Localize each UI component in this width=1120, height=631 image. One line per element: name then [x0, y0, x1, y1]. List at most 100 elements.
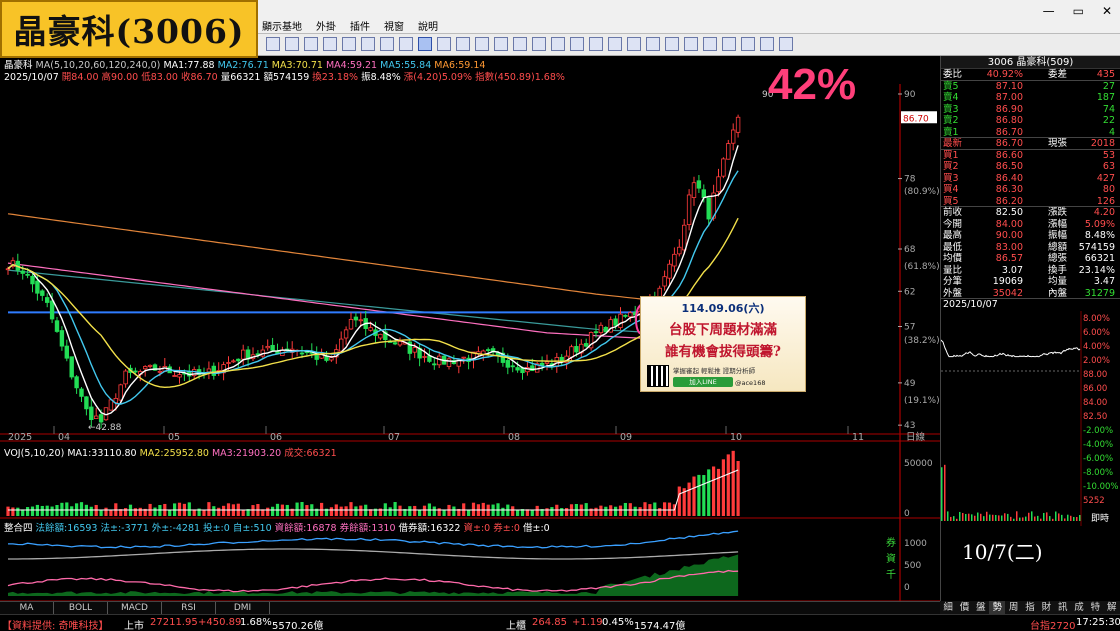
quote-cell: 23.14%	[1067, 265, 1117, 277]
tab-macd[interactable]: MACD	[108, 602, 162, 614]
quote-tab[interactable]: 盤	[973, 601, 989, 614]
quote-tab[interactable]: 價	[956, 601, 972, 614]
toolbar-tool-icon[interactable]	[741, 37, 755, 51]
toolbar-tool-icon[interactable]	[665, 37, 679, 51]
menu-item-3[interactable]: 插件	[350, 18, 370, 33]
candle-body	[41, 291, 45, 296]
window-controls: — ▭ ✕	[1043, 4, 1112, 18]
candle-body	[330, 358, 334, 360]
intraday-volume-bar	[1058, 513, 1060, 521]
volume-bar	[31, 507, 34, 516]
volume-bar	[516, 510, 519, 516]
toolbar-tool-icon[interactable]	[722, 37, 736, 51]
maximize-icon[interactable]: ▭	[1073, 4, 1084, 18]
toolbar-tool-icon[interactable]	[608, 37, 622, 51]
toolbar-tool-icon[interactable]	[570, 37, 584, 51]
candle-body	[599, 325, 603, 332]
toolbar-tool-icon[interactable]	[760, 37, 774, 51]
toolbar-tool-icon[interactable]	[361, 37, 375, 51]
toolbar-tool-icon[interactable]	[437, 37, 451, 51]
quote-tab[interactable]: 財	[1038, 601, 1054, 614]
toolbar-tool-icon[interactable]	[456, 37, 470, 51]
toolbar-tool-icon[interactable]	[323, 37, 337, 51]
volume-bar	[408, 506, 411, 516]
intraday-tick-label: 82.50	[1083, 412, 1107, 422]
quote-cell: 27	[1067, 81, 1117, 93]
toolbar-tool-icon[interactable]	[532, 37, 546, 51]
toolbar-tool-icon[interactable]	[285, 37, 299, 51]
line-button[interactable]: 加入LINE	[673, 377, 733, 387]
tab-dmi[interactable]: DMI	[216, 602, 270, 614]
volume-bar	[359, 506, 362, 516]
intraday-volume-bar	[1040, 519, 1042, 521]
quote-tab[interactable]: 成	[1071, 601, 1087, 614]
intraday-volume-bar	[944, 465, 946, 521]
volume-bar	[153, 508, 156, 516]
tab-boll[interactable]: BOLL	[54, 602, 108, 614]
quote-tab[interactable]: 特	[1087, 601, 1103, 614]
menu-item-1[interactable]: 顯示基地	[262, 18, 302, 33]
quote-cell: 委差	[1023, 69, 1067, 80]
intraday-volume-bar	[1070, 516, 1072, 521]
close-icon[interactable]: ✕	[1102, 4, 1112, 18]
toolbar-tool-icon[interactable]	[627, 37, 641, 51]
volume-bar	[433, 507, 436, 516]
quote-cell: 外盤	[941, 288, 969, 299]
toolbar-tool-icon[interactable]	[266, 37, 280, 51]
candle-body	[668, 264, 672, 278]
menu-item-4[interactable]: 視窗	[384, 18, 404, 33]
toolbar-tool-icon[interactable]	[494, 37, 508, 51]
amplitude-value: 振8.48%	[361, 72, 401, 83]
quote-cell: 86.50	[969, 161, 1023, 173]
menu-item-5[interactable]: 說明	[418, 18, 438, 33]
volume-bar	[389, 507, 392, 516]
volume-bar	[545, 508, 548, 516]
quote-cell: 86.57	[969, 253, 1023, 265]
indicator-tick-label: 0	[904, 583, 910, 593]
toolbar-tool-icon[interactable]	[399, 37, 413, 51]
otc-amount: 1574.47億	[634, 617, 685, 631]
tab-ma[interactable]: MA	[0, 602, 54, 614]
quote-cell: 86.80	[969, 115, 1023, 127]
intraday-volume-bar	[950, 517, 952, 521]
toolbar-tool-icon[interactable]	[684, 37, 698, 51]
tab-rsi[interactable]: RSI	[162, 602, 216, 614]
minimize-icon[interactable]: —	[1043, 4, 1055, 18]
volume-bar	[271, 507, 274, 516]
volume-bar	[624, 503, 627, 516]
candle-body	[594, 332, 598, 333]
price-tick-label: 49	[904, 379, 916, 389]
toolbar-tool-icon[interactable]	[703, 37, 717, 51]
quote-row: 買3 86.40 427	[941, 173, 1120, 185]
candle-body	[75, 377, 79, 388]
quote-table: 委比 40.92% 委差 435 賣5 87.10 27 賣4 87.00 187 賣3 86.90 7…	[941, 69, 1120, 299]
intraday-tick-label: 88.00	[1083, 370, 1107, 380]
quote-cell: 最新	[941, 138, 969, 149]
toolbar-tool-icon[interactable]	[342, 37, 356, 51]
toolbar-tool-icon[interactable]	[513, 37, 527, 51]
toolbar-tool-icon[interactable]	[418, 37, 432, 51]
quote-tab[interactable]: 指	[1022, 601, 1038, 614]
toolbar-tool-icon[interactable]	[779, 37, 793, 51]
quote-cell: 4	[1067, 127, 1117, 138]
advert-banner[interactable]: 114.09.06(六) 台股下周題材滿滿 誰有機會拔得頭籌? 掌握審起 輕鬆推…	[640, 296, 806, 392]
quote-tab[interactable]: 勢	[989, 601, 1005, 614]
toolbar-tool-icon[interactable]	[589, 37, 603, 51]
quote-tab[interactable]: 解	[1104, 601, 1120, 614]
candle-body	[227, 363, 231, 364]
candle-body	[65, 346, 69, 358]
quote-cell: 187	[1067, 92, 1117, 104]
candle-body	[85, 397, 89, 409]
toolbar-tool-icon[interactable]	[551, 37, 565, 51]
toolbar-tool-icon[interactable]	[380, 37, 394, 51]
intraday-volume-bar	[1022, 517, 1024, 521]
toolbar-tool-icon[interactable]	[646, 37, 660, 51]
quote-cell: 賣2	[941, 115, 969, 127]
quote-cell: 5.09%	[1067, 219, 1117, 231]
toolbar-tool-icon[interactable]	[475, 37, 489, 51]
quote-tab[interactable]: 訊	[1055, 601, 1071, 614]
menu-item-2[interactable]: 外掛	[316, 18, 336, 33]
quote-tab[interactable]: 細	[940, 601, 956, 614]
toolbar-tool-icon[interactable]	[304, 37, 318, 51]
quote-tab[interactable]: 周	[1005, 601, 1021, 614]
